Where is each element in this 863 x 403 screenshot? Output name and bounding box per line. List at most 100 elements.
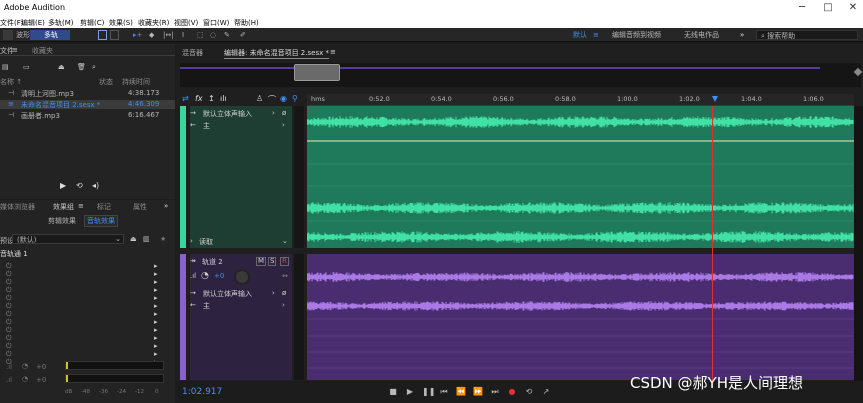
eq-icon[interactable]: ılı [220, 94, 227, 103]
column-duration[interactable]: 持续时间 [122, 77, 150, 87]
favorite-star-icon[interactable]: ★ [160, 235, 166, 243]
column-status[interactable]: 状态 [99, 77, 113, 87]
tab-clip-effects[interactable]: 剪辑效果 [48, 216, 76, 226]
zoom-icon[interactable] [853, 67, 863, 77]
loop-icon[interactable]: ⟲ [76, 181, 83, 190]
effect-slot-arrow-icon[interactable]: ▸ [154, 294, 158, 302]
effect-slot-arrow-icon[interactable]: ▸ [154, 326, 158, 334]
workspace-menu-icon[interactable]: ≡ [593, 30, 599, 40]
tab-markers[interactable]: 标记 [97, 202, 111, 212]
marker-icon[interactable]: ⚲ [292, 94, 298, 103]
waveform-mode-button[interactable]: 波形 [16, 30, 30, 40]
editor-tab-menu-icon[interactable]: ≡ [330, 48, 336, 56]
phase-icon[interactable]: ø [282, 289, 286, 297]
menu-favorites[interactable]: 收藏夹(R) [138, 18, 169, 28]
file-row[interactable]: ⊣ 画册者.mp3 6:16.467 [0, 111, 175, 120]
play-icon[interactable]: ▶ [60, 181, 66, 190]
go-to-start-icon[interactable]: ⏮ [439, 387, 449, 397]
mute-button[interactable]: M [256, 257, 267, 266]
time-ruler[interactable]: hms 0:52.0 0:54.0 0:56.0 0:58.0 1:00.0 1… [307, 94, 854, 106]
filter-search-icon[interactable]: ⌕ [92, 63, 96, 72]
file-row[interactable]: ⊣ 清明上河图.mp3 4:38.173 [0, 89, 175, 98]
skip-selection-icon[interactable]: ↗ [541, 387, 551, 397]
auto-play-icon[interactable]: ◂) [92, 181, 99, 190]
track1-input-row[interactable]: → 默认立体声输入 › ø [190, 109, 292, 118]
files-tab-menu-icon[interactable]: ≡ [12, 46, 18, 54]
waveform-icon[interactable] [3, 30, 13, 40]
solo-button[interactable]: S [268, 257, 277, 266]
search-help-field[interactable]: ⌕ 搜索帮助 [756, 30, 858, 40]
marquee-tool-icon[interactable]: ⬚ [197, 30, 204, 40]
preset-dropdown[interactable]: (默认) ⌄ [12, 234, 124, 244]
brush-tool-icon[interactable]: ✎ [224, 30, 230, 40]
time-selection-tool-icon[interactable]: I [182, 30, 184, 40]
phase-icon[interactable]: ø [282, 109, 286, 117]
menu-file[interactable]: 文件(F) [0, 18, 24, 28]
effect-slot-arrow-icon[interactable]: ▸ [154, 318, 158, 326]
tab-track-effects[interactable]: 音轨效果 [84, 215, 118, 227]
workspace-edit-audio-to-video[interactable]: 编辑音频到视频 [612, 30, 661, 40]
workspace-radio-production[interactable]: 无线电作品 [684, 30, 719, 40]
effect-slot-arrow-icon[interactable]: ▸ [154, 342, 158, 350]
maximize-button[interactable]: □ [819, 1, 837, 15]
session-overview[interactable] [180, 63, 863, 87]
more-panels-icon[interactable]: » [164, 202, 168, 210]
track1-automation-row[interactable]: › 读取 ⌄ [190, 237, 292, 246]
menu-clip[interactable]: 剪辑(C) [80, 18, 104, 28]
rewind-icon[interactable]: ⏪ [456, 387, 466, 397]
tab-mixer[interactable]: 混音器 [182, 48, 203, 58]
menu-help[interactable]: 帮助(H) [234, 18, 259, 28]
effect-slot-arrow-icon[interactable]: ▸ [154, 310, 158, 318]
swap-inputs-icon[interactable]: ⇄ [182, 94, 189, 103]
vertical-scrollbar[interactable] [854, 106, 863, 381]
menu-multitrack[interactable]: 多轨(M) [48, 18, 74, 28]
track1-lane[interactable] [307, 106, 854, 248]
track2-name[interactable]: 轨道 2 [202, 257, 223, 267]
metronome-icon[interactable]: ♙ [256, 94, 263, 103]
effects-tab-menu-icon[interactable]: ≡ [78, 202, 84, 210]
more-workspaces-icon[interactable]: » [740, 30, 744, 40]
effect-slot-arrow-icon[interactable]: ▸ [154, 350, 158, 358]
fast-forward-icon[interactable]: ⏩ [473, 387, 483, 397]
input-gain-knob-icon[interactable]: ◔ [22, 362, 28, 370]
file-row-selected[interactable]: ≡ 未命名混音项目 2.sesx * 4:46.309 [0, 100, 175, 109]
menu-effects[interactable]: 效果(S) [109, 18, 133, 28]
loop-record-icon[interactable]: ◉ [280, 94, 287, 103]
delete-preset-icon[interactable]: ▥ [143, 235, 150, 243]
track2-lane[interactable] [307, 254, 854, 380]
save-preset-icon[interactable]: ⏏ [130, 235, 137, 243]
playhead-handle[interactable] [712, 96, 718, 102]
column-name[interactable]: 名称 ↑ [0, 77, 22, 87]
zoom-viewport-handle[interactable] [294, 64, 340, 81]
spot-healing-tool-icon[interactable]: ✐ [240, 30, 246, 40]
effect-slot-arrow-icon[interactable]: ▸ [154, 286, 158, 294]
pan-knob[interactable] [234, 269, 250, 285]
track-collapse-icon[interactable]: ↠ [190, 257, 196, 265]
stop-icon[interactable]: ■ [388, 387, 398, 397]
workspace-default[interactable]: 默认 [573, 30, 587, 40]
menu-window[interactable]: 窗口(W) [203, 18, 229, 28]
slip-tool-icon[interactable]: |↔| [163, 30, 174, 40]
close-button[interactable]: ✕ [844, 1, 862, 15]
effect-slot-arrow-icon[interactable]: ▸ [154, 334, 158, 342]
effect-slot-arrow-icon[interactable]: ▸ [154, 278, 158, 286]
tab-editor[interactable]: 编辑器: 未命名混音项目 2.sesx * [224, 48, 329, 59]
track1-output-row[interactable]: ← 主 › [190, 121, 292, 130]
go-to-end-icon[interactable]: ⏭ [490, 387, 500, 397]
delete-icon[interactable]: 🗑 [77, 63, 86, 71]
minimize-button[interactable]: ─ [793, 1, 811, 15]
tab-effects-rack[interactable]: 效果组 [53, 202, 74, 212]
insert-into-multitrack-icon[interactable]: ⏏ [58, 63, 65, 71]
import-file-icon[interactable]: ▭ [23, 63, 30, 71]
razor-tool-icon[interactable]: ◆ [149, 30, 154, 40]
effect-slot-arrow-icon[interactable]: ▸ [154, 262, 158, 270]
multitrack-mode-button[interactable]: 多轨 [30, 30, 70, 40]
tab-properties[interactable]: 属性 [133, 202, 147, 212]
tab-media-browser[interactable]: 媒体浏览器 [0, 202, 35, 212]
snap-icon[interactable]: ⌒ [268, 94, 276, 105]
menu-view[interactable]: 视图(V) [174, 18, 198, 28]
pitch-view-icon[interactable] [110, 30, 119, 40]
lasso-tool-icon[interactable]: ◌ [210, 30, 216, 40]
effect-slot-arrow-icon[interactable]: ▸ [154, 302, 158, 310]
fx-icon[interactable]: fx [195, 94, 203, 103]
